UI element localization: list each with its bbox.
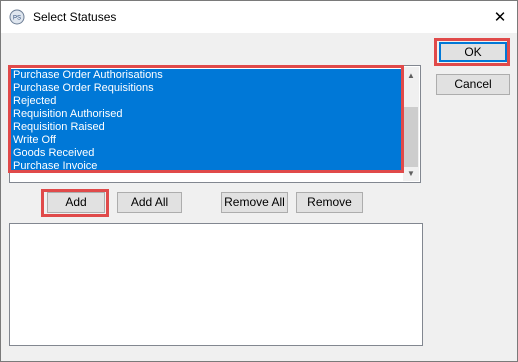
add-button[interactable]: Add <box>47 192 105 213</box>
list-item[interactable]: Requisition Authorised <box>11 108 403 121</box>
remove-button[interactable]: Remove <box>296 192 363 213</box>
select-statuses-dialog: PS Select Statuses ✕ Purchase Order Auth… <box>0 0 518 362</box>
scroll-up-icon[interactable]: ▲ <box>403 67 419 83</box>
list-item[interactable]: Write Off <box>11 134 403 147</box>
list-item[interactable]: Purchase Invoice <box>11 160 403 173</box>
remove-all-button[interactable]: Remove All <box>221 192 288 213</box>
cancel-button[interactable]: Cancel <box>436 74 510 95</box>
title-bar[interactable]: PS Select Statuses ✕ <box>1 1 517 33</box>
window-title: Select Statuses <box>33 10 117 24</box>
list-item[interactable]: Purchase Order Authorisations <box>11 69 403 82</box>
available-statuses-list[interactable]: Purchase Order Authorisations Purchase Or… <box>9 65 421 183</box>
scroll-thumb[interactable] <box>404 107 418 167</box>
svg-text:PS: PS <box>13 16 21 22</box>
close-icon[interactable]: ✕ <box>483 1 517 33</box>
vertical-scrollbar[interactable]: ▲ ▼ <box>403 67 419 181</box>
list-item[interactable]: Purchase Order Requisitions <box>11 82 403 95</box>
list-item[interactable]: Goods Received <box>11 147 403 160</box>
list-item[interactable]: Rejected <box>11 95 403 108</box>
selected-statuses-list[interactable] <box>9 223 423 346</box>
list-item[interactable]: Requisition Raised <box>11 121 403 134</box>
app-icon: PS <box>9 9 25 25</box>
add-all-button[interactable]: Add All <box>117 192 182 213</box>
scroll-down-icon[interactable]: ▼ <box>403 165 419 181</box>
ok-button[interactable]: OK <box>439 42 507 62</box>
